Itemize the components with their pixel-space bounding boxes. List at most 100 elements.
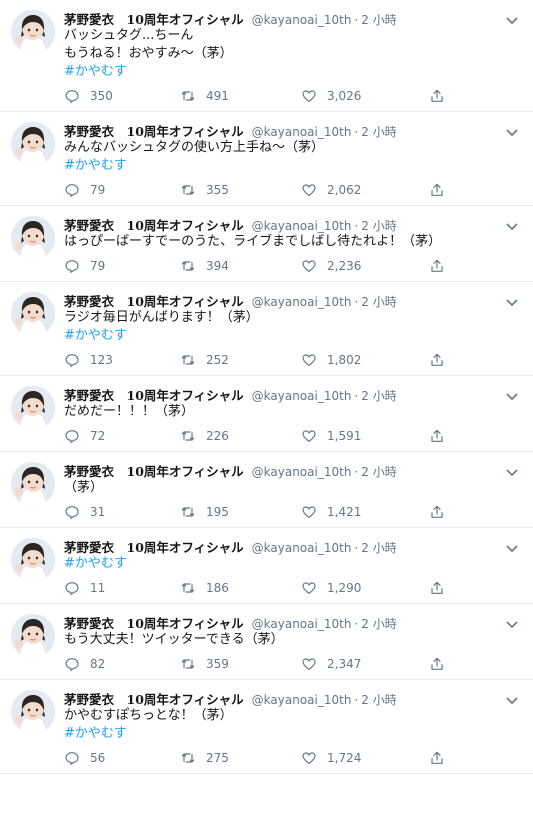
like-count: 1,421 [327,505,362,519]
like-button[interactable]: 1,290 [301,580,429,596]
like-button[interactable]: 3,026 [301,88,429,104]
share-button[interactable] [429,352,445,368]
reply-button[interactable]: 82 [64,656,180,672]
like-button[interactable]: 2,347 [301,656,429,672]
author-handle[interactable]: @kayanoai_10th [252,13,352,27]
tweet[interactable]: 茅野愛衣 10周年オフィシャル @kayanoai_10th · 2 小時 もう… [0,604,533,680]
author-name[interactable]: 茅野愛衣 10周年オフィシャル [64,121,244,140]
hashtag-link[interactable]: #かやむす [64,725,521,743]
author-name[interactable]: 茅野愛衣 10周年オフィシャル [64,613,244,632]
reply-button[interactable]: 350 [64,88,180,104]
chevron-down-icon[interactable] [505,294,519,307]
avatar[interactable] [11,386,55,430]
retweet-button[interactable]: 491 [180,88,301,104]
author-handle[interactable]: @kayanoai_10th [252,219,352,233]
heart-icon [302,582,316,594]
retweet-button[interactable]: 195 [180,504,301,520]
like-button[interactable]: 1,802 [301,352,429,368]
chevron-down-icon[interactable] [505,124,519,137]
chevron-down-icon[interactable] [505,218,519,231]
reply-button[interactable]: 31 [64,504,180,520]
retweet-icon [181,185,195,195]
author-name[interactable]: 茅野愛衣 10周年オフィシャル [64,537,244,556]
retweet-button[interactable]: 394 [180,258,301,274]
like-button[interactable]: 1,724 [301,750,429,766]
retweet-count: 359 [206,657,229,671]
author-handle[interactable]: @kayanoai_10th [252,541,352,555]
share-button[interactable] [429,504,445,520]
tweet[interactable]: 茅野愛衣 10周年オフィシャル @kayanoai_10th · 2 小時 #か… [0,528,533,604]
tweet-timestamp[interactable]: 2 小時 [361,11,396,28]
author-handle[interactable]: @kayanoai_10th [252,693,352,707]
tweet-timestamp[interactable]: 2 小時 [361,293,396,310]
avatar[interactable] [11,10,55,54]
tweet[interactable]: 茅野愛衣 10周年オフィシャル @kayanoai_10th · 2 小時 かや… [0,680,533,774]
author-name[interactable]: 茅野愛衣 10周年オフィシャル [64,291,244,310]
author-name[interactable]: 茅野愛衣 10周年オフィシャル [64,9,244,28]
chevron-down-icon[interactable] [505,616,519,629]
tweet[interactable]: 茅野愛衣 10周年オフィシャル @kayanoai_10th · 2 小時 （茅… [0,452,533,528]
avatar[interactable] [11,614,55,658]
reply-button[interactable]: 11 [64,580,180,596]
tweet[interactable]: 茅野愛衣 10周年オフィシャル @kayanoai_10th · 2 小時 だめ… [0,376,533,452]
share-button[interactable] [429,88,445,104]
retweet-button[interactable]: 355 [180,182,301,198]
chevron-down-icon[interactable] [505,12,519,25]
author-name[interactable]: 茅野愛衣 10周年オフィシャル [64,215,244,234]
author-handle[interactable]: @kayanoai_10th [252,617,352,631]
avatar[interactable] [11,292,55,336]
tweet-header: 茅野愛衣 10周年オフィシャル @kayanoai_10th · 2 小時 [64,215,521,233]
hashtag-link[interactable]: #かやむす [64,157,521,175]
chevron-down-icon[interactable] [505,540,519,553]
author-name[interactable]: 茅野愛衣 10周年オフィシャル [64,385,244,404]
reply-button[interactable]: 123 [64,352,180,368]
share-button[interactable] [429,750,445,766]
author-handle[interactable]: @kayanoai_10th [252,465,352,479]
share-button[interactable] [429,580,445,596]
reply-button[interactable]: 79 [64,258,180,274]
retweet-button[interactable]: 275 [180,750,301,766]
reply-button[interactable]: 79 [64,182,180,198]
avatar[interactable] [11,216,55,260]
retweet-button[interactable]: 226 [180,428,301,444]
avatar[interactable] [11,462,55,506]
hashtag-link[interactable]: #かやむす [64,63,521,81]
reply-button[interactable]: 72 [64,428,180,444]
retweet-button[interactable]: 252 [180,352,301,368]
avatar[interactable] [11,538,55,582]
share-button[interactable] [429,428,445,444]
like-button[interactable]: 2,236 [301,258,429,274]
like-button[interactable]: 1,421 [301,504,429,520]
retweet-button[interactable]: 359 [180,656,301,672]
author-handle[interactable]: @kayanoai_10th [252,389,352,403]
share-button[interactable] [429,182,445,198]
tweet-timestamp[interactable]: 2 小時 [361,123,396,140]
author-handle[interactable]: @kayanoai_10th [252,125,352,139]
author-handle[interactable]: @kayanoai_10th [252,295,352,309]
tweet-timestamp[interactable]: 2 小時 [361,539,396,556]
like-button[interactable]: 2,062 [301,182,429,198]
share-button[interactable] [429,258,445,274]
reply-button[interactable]: 56 [64,750,180,766]
tweet-timestamp[interactable]: 2 小時 [361,387,396,404]
tweet[interactable]: 茅野愛衣 10周年オフィシャル @kayanoai_10th · 2 小時 はっ… [0,206,533,282]
tweet-timestamp[interactable]: 2 小時 [361,691,396,708]
chevron-down-icon[interactable] [505,388,519,401]
tweet[interactable]: 茅野愛衣 10周年オフィシャル @kayanoai_10th · 2 小時 ラジ… [0,282,533,376]
tweet[interactable]: 茅野愛衣 10周年オフィシャル @kayanoai_10th · 2 小時 みん… [0,112,533,206]
avatar[interactable] [11,122,55,166]
avatar[interactable] [11,690,55,734]
tweet-timestamp[interactable]: 2 小時 [361,463,396,480]
hashtag-link[interactable]: #かやむす [64,327,521,345]
chevron-down-icon[interactable] [505,464,519,477]
hashtag-link[interactable]: #かやむす [64,555,521,573]
tweet-timestamp[interactable]: 2 小時 [361,615,396,632]
tweet-timestamp[interactable]: 2 小時 [361,217,396,234]
share-button[interactable] [429,656,445,672]
retweet-button[interactable]: 186 [180,580,301,596]
chevron-down-icon[interactable] [505,692,519,705]
tweet[interactable]: 茅野愛衣 10周年オフィシャル @kayanoai_10th · 2 小時 バッ… [0,0,533,112]
like-button[interactable]: 1,591 [301,428,429,444]
author-name[interactable]: 茅野愛衣 10周年オフィシャル [64,461,244,480]
author-name[interactable]: 茅野愛衣 10周年オフィシャル [64,689,244,708]
